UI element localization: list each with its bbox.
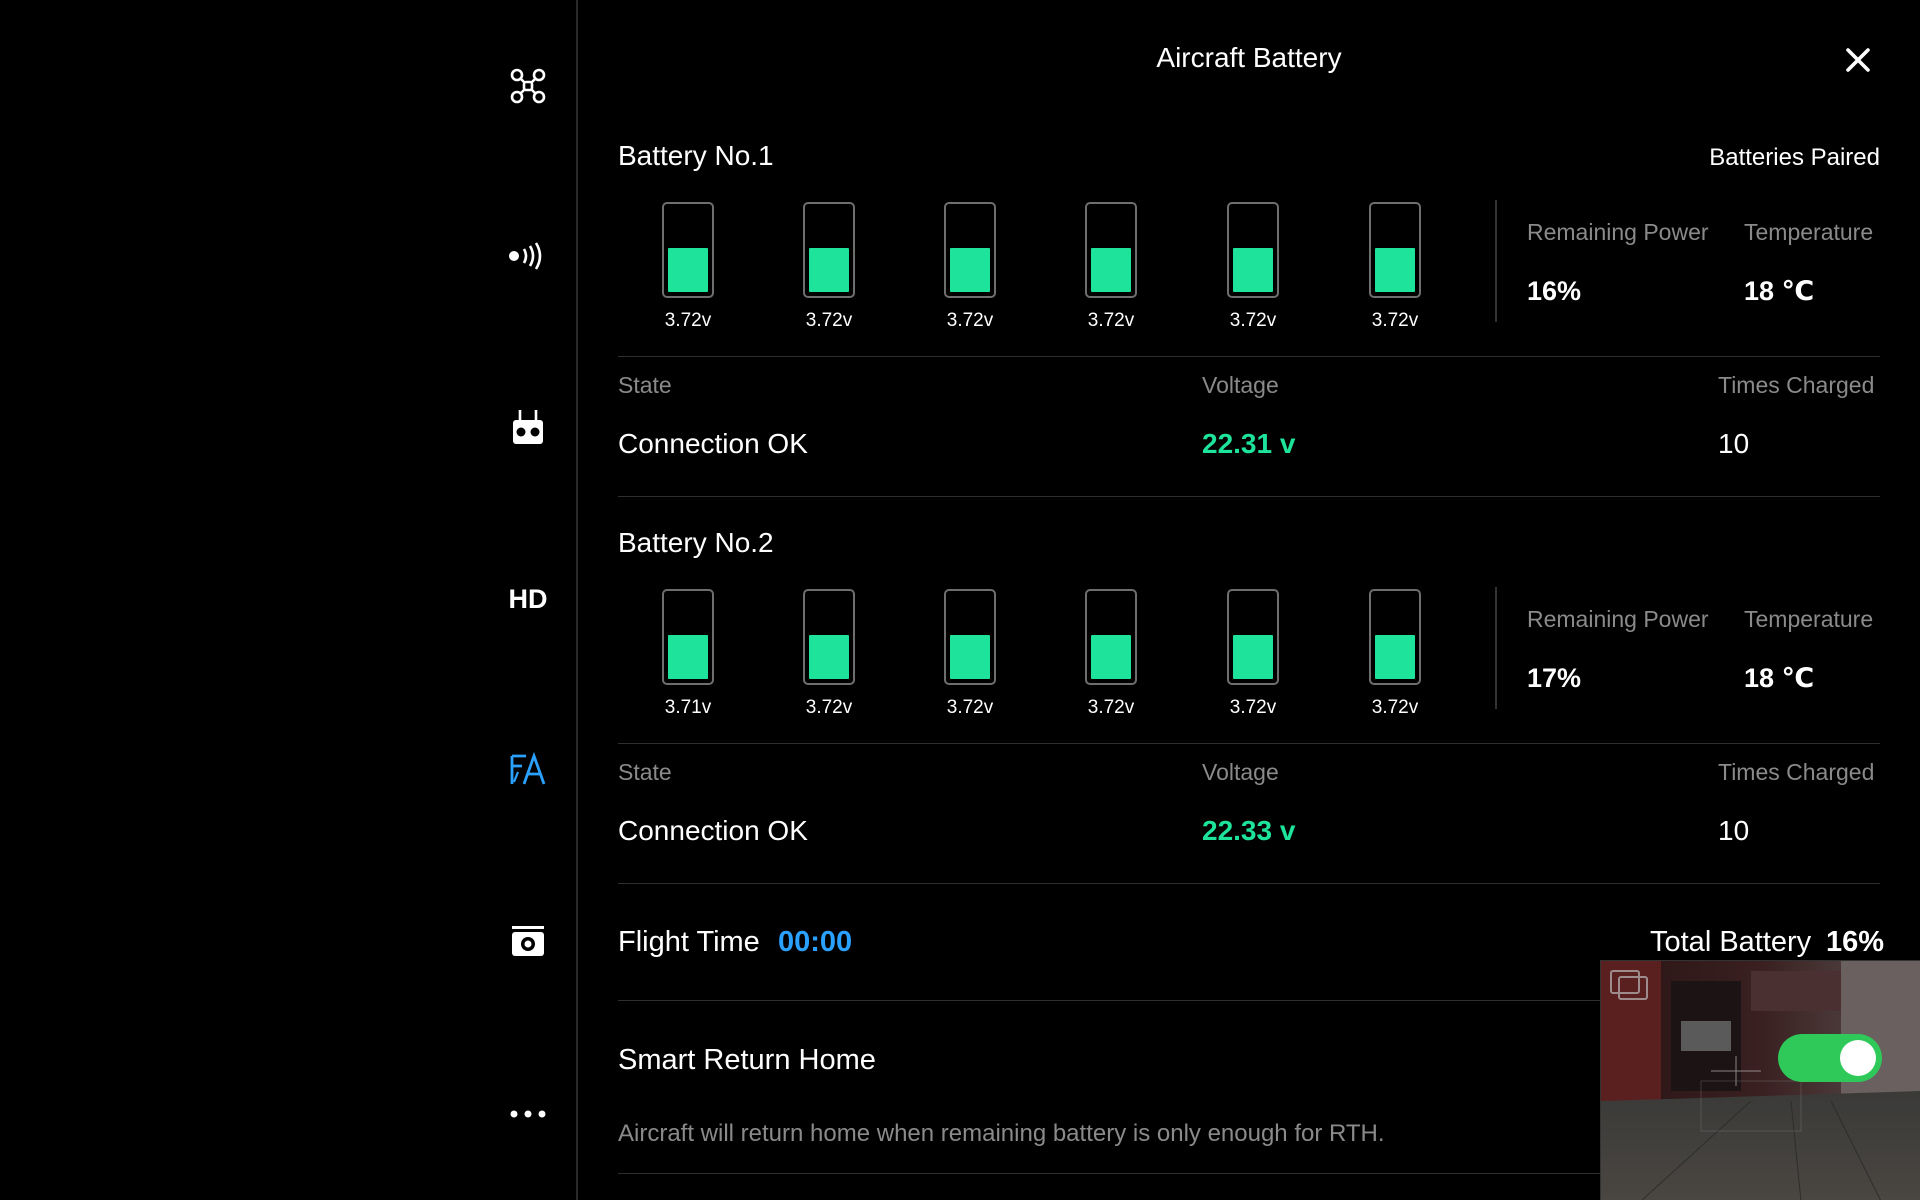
cell-gauge bbox=[662, 202, 714, 298]
cell-gauge bbox=[1369, 202, 1421, 298]
temperature-label: Temperature bbox=[1744, 606, 1874, 632]
times-charged-label: Times Charged bbox=[1718, 759, 1875, 785]
divider bbox=[618, 496, 1880, 497]
cell-gauge bbox=[1227, 202, 1279, 298]
cell-voltage: 3.72v bbox=[1087, 310, 1135, 331]
battery-1-title: Battery No.1 bbox=[618, 140, 774, 171]
state-label: State bbox=[618, 372, 672, 398]
times-charged-value: 10 bbox=[1718, 428, 1750, 459]
flight-time-label: Flight Time bbox=[618, 926, 760, 958]
cell-fill bbox=[1233, 248, 1273, 292]
cell-fill bbox=[950, 635, 990, 679]
cell-voltage: 3.72v bbox=[1087, 697, 1135, 718]
remaining-power-label: Remaining Power bbox=[1527, 606, 1709, 632]
sidebar-item-signal[interactable] bbox=[500, 228, 556, 284]
remaining-power-value: 17% bbox=[1527, 663, 1582, 693]
signal-icon bbox=[509, 242, 542, 270]
cell-fill bbox=[1091, 635, 1131, 679]
camera-preview-image bbox=[1601, 961, 1920, 1200]
more-icon bbox=[510, 1110, 546, 1118]
hd-icon: HD bbox=[508, 583, 548, 614]
temperature-label: Temperature bbox=[1744, 219, 1874, 245]
page-title: Aircraft Battery bbox=[1156, 42, 1342, 73]
cell-fill bbox=[1091, 248, 1131, 292]
sidebar-item-aircraft[interactable] bbox=[500, 58, 556, 114]
cell-gauge bbox=[1369, 589, 1421, 685]
cell-gauge bbox=[662, 589, 714, 685]
cell-fill bbox=[809, 248, 849, 292]
total-battery-label: Total Battery bbox=[1650, 926, 1812, 958]
total-battery-value: 16% bbox=[1826, 926, 1885, 958]
times-charged-value: 10 bbox=[1718, 815, 1750, 846]
cell-voltage: 3.72v bbox=[1371, 310, 1419, 331]
cell-gauge bbox=[803, 202, 855, 298]
state-value: Connection OK bbox=[618, 815, 808, 846]
camera-preview[interactable] bbox=[1600, 960, 1920, 1200]
divider bbox=[618, 743, 1880, 744]
toggle-knob bbox=[1840, 1040, 1876, 1076]
cell-gauge bbox=[1085, 202, 1137, 298]
cell-gauge bbox=[944, 589, 996, 685]
voltage-value: 22.33 v bbox=[1202, 815, 1296, 846]
sidebar-item-hd[interactable]: HD bbox=[500, 571, 556, 627]
divider bbox=[618, 356, 1880, 357]
cell-fill bbox=[668, 248, 708, 292]
voltage-label: Voltage bbox=[1202, 372, 1279, 398]
cell-voltage: 3.72v bbox=[1229, 697, 1277, 718]
cell-voltage: 3.72v bbox=[664, 310, 712, 331]
drone-icon bbox=[510, 68, 546, 104]
remote-controller-icon bbox=[513, 410, 543, 444]
cell-voltage: 3.72v bbox=[946, 697, 994, 718]
stats-divider bbox=[1495, 587, 1497, 709]
temperature-value: 18 ℃ bbox=[1744, 276, 1815, 306]
cell-fill bbox=[809, 635, 849, 679]
cell-fill bbox=[1233, 635, 1273, 679]
cell-gauge bbox=[803, 589, 855, 685]
smart-return-home-label: Smart Return Home bbox=[618, 1044, 876, 1076]
sidebar-item-remote-controller[interactable] bbox=[500, 400, 556, 456]
cell-voltage: 3.72v bbox=[1229, 310, 1277, 331]
sidebar-item-more[interactable] bbox=[500, 1086, 556, 1142]
smart-return-home-description: Aircraft will return home when remaining… bbox=[618, 1120, 1385, 1147]
times-charged-label: Times Charged bbox=[1718, 372, 1875, 398]
cell-gauge bbox=[944, 202, 996, 298]
close-icon bbox=[1846, 48, 1870, 72]
cell-voltage: 3.72v bbox=[805, 310, 853, 331]
temperature-value: 18 ℃ bbox=[1744, 663, 1815, 693]
remaining-power-value: 16% bbox=[1527, 276, 1582, 306]
cell-fill bbox=[668, 635, 708, 679]
battery-settings-icon bbox=[510, 752, 546, 785]
cell-gauge bbox=[1085, 589, 1137, 685]
cell-fill bbox=[1375, 248, 1415, 292]
cell-voltage: 3.72v bbox=[946, 310, 994, 331]
close-button[interactable] bbox=[1838, 40, 1878, 80]
stats-divider bbox=[1495, 200, 1497, 322]
camera-icon bbox=[512, 926, 544, 956]
divider bbox=[618, 883, 1880, 884]
paired-status: Batteries Paired bbox=[1709, 144, 1880, 171]
cell-voltage: 3.72v bbox=[805, 697, 853, 718]
cell-fill bbox=[1375, 635, 1415, 679]
state-label: State bbox=[618, 759, 672, 785]
battery-2-title: Battery No.2 bbox=[618, 527, 774, 558]
cell-fill bbox=[950, 248, 990, 292]
smart-return-home-toggle[interactable] bbox=[1778, 1034, 1882, 1082]
voltage-label: Voltage bbox=[1202, 759, 1279, 785]
flight-time-value: 00:00 bbox=[778, 926, 853, 958]
sidebar-item-battery-settings[interactable] bbox=[500, 742, 556, 798]
cell-voltage: 3.71v bbox=[664, 697, 712, 718]
left-area bbox=[0, 0, 576, 1200]
state-value: Connection OK bbox=[618, 428, 808, 459]
sidebar-item-camera[interactable] bbox=[500, 913, 556, 969]
voltage-value: 22.31 v bbox=[1202, 428, 1296, 459]
cell-voltage: 3.72v bbox=[1371, 697, 1419, 718]
cell-gauge bbox=[1227, 589, 1279, 685]
remaining-power-label: Remaining Power bbox=[1527, 219, 1709, 245]
